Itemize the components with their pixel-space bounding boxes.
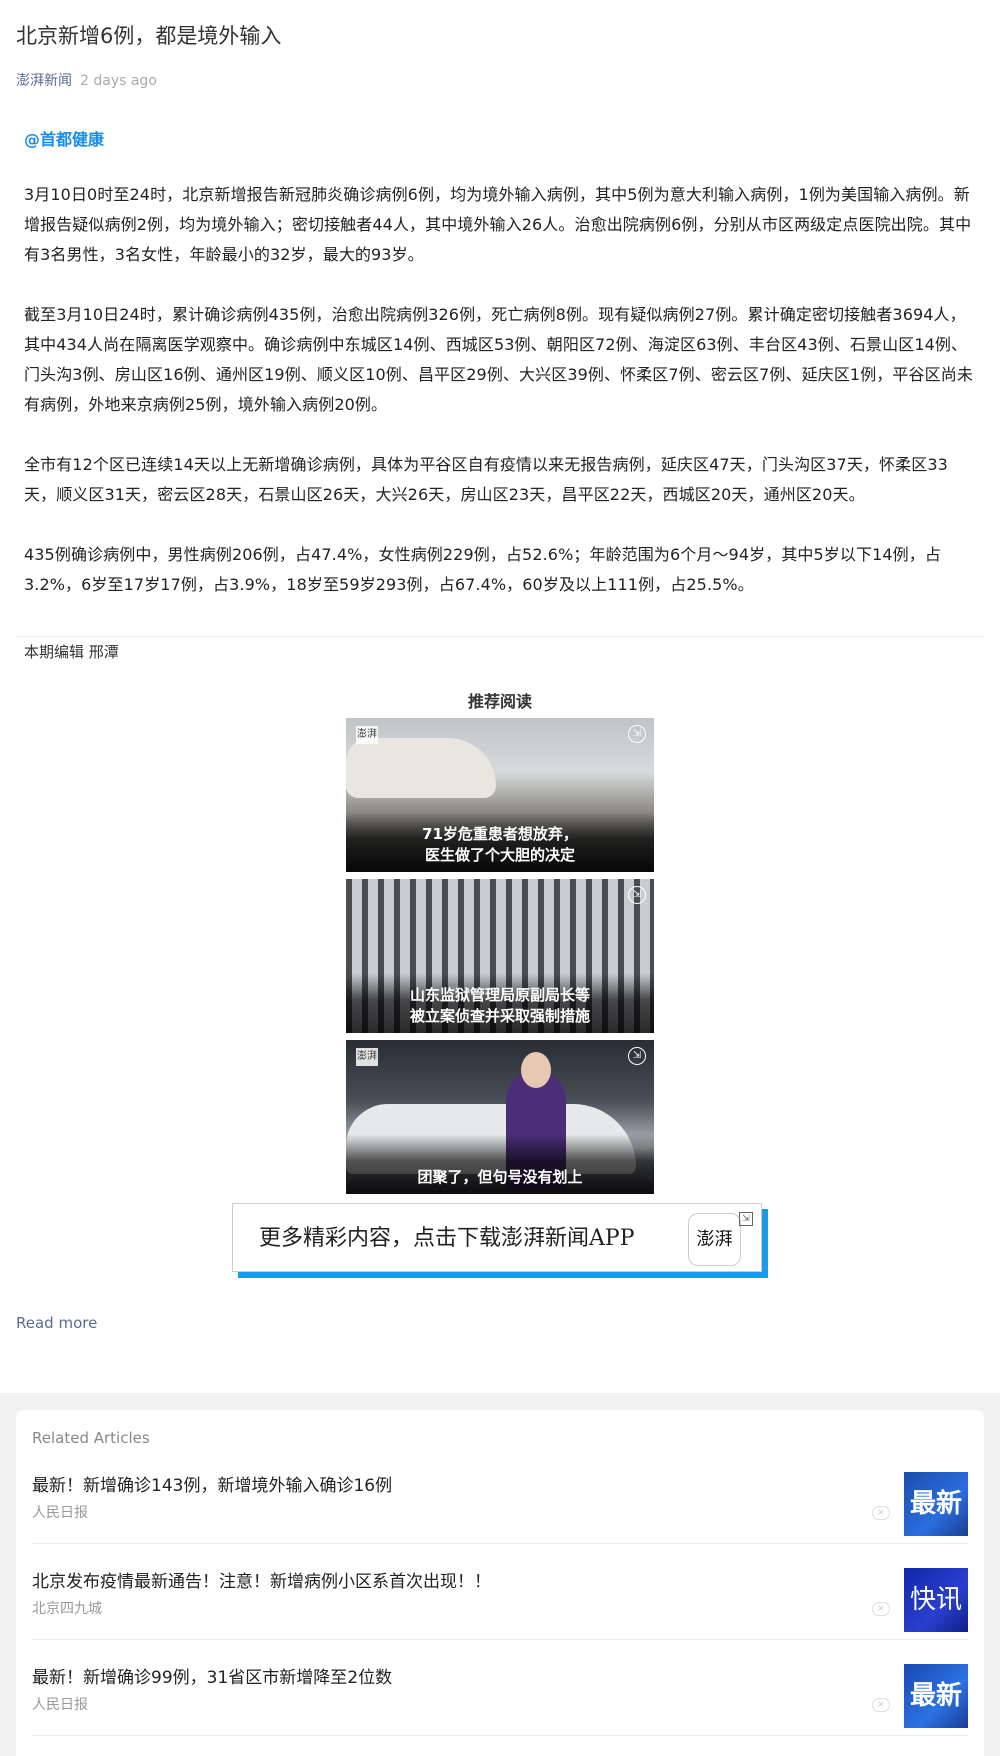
related-item[interactable]: 最新！新增确诊99例，31省区市新增降至2位数 人民日报 × 最新: [32, 1640, 968, 1736]
person-head-shape: [521, 1052, 551, 1088]
read-more-link[interactable]: Read more: [16, 1312, 984, 1334]
ad-badge-icon: ⇲: [628, 886, 646, 904]
recommend-card[interactable]: 澎湃 ⇲ 71岁危重患者想放弃， 医生做了个大胆的决定: [346, 718, 654, 872]
related-thumbnail[interactable]: 最新: [904, 1472, 968, 1536]
related-item[interactable]: 最新！新增确诊143例，新增境外输入确诊16例 人民日报 × 最新: [32, 1448, 968, 1544]
ad-badge-icon: ⇲: [628, 725, 646, 743]
hand-image-shape: [346, 738, 496, 798]
caption-line: 团聚了，但句号没有划上: [417, 1168, 583, 1186]
caption-line: 山东监狱管理局原副局长等: [409, 986, 590, 1004]
related-headline[interactable]: 北京发布疫情最新通告！注意！新增病例小区系首次出现！！: [32, 1570, 491, 1594]
article-body: @首都健康 3月10日0时至24时，北京新增报告新冠肺炎确诊病例6例，均为境外输…: [16, 128, 984, 600]
recommend-caption: 71岁危重患者想放弃， 医生做了个大胆的决定: [346, 824, 654, 866]
related-source: 人民日报: [32, 1505, 88, 1521]
thepaper-watermark-icon: 澎湃: [356, 726, 378, 744]
close-icon[interactable]: ×: [872, 1698, 890, 1712]
paragraph: 截至3月10日24时，累计确诊病例435例，治愈出院病例326例，死亡病例8例。…: [24, 305, 973, 414]
ad-badge-icon: ⇲: [628, 1047, 646, 1065]
recommend-card[interactable]: ⇲ 山东监狱管理局原副局长等 被立案侦查并采取强制措施: [346, 879, 654, 1033]
banner-text: 更多精彩内容，点击下载澎湃新闻APP: [259, 1226, 635, 1251]
thepaper-app-logo-icon: 澎湃: [688, 1213, 741, 1266]
article-time: 2 days ago: [80, 73, 157, 89]
close-icon[interactable]: ×: [872, 1506, 890, 1520]
related-headline[interactable]: 最新！新增确诊99例，31省区市新增降至2位数: [32, 1666, 392, 1690]
article-meta: 澎湃新闻 2 days ago: [16, 70, 984, 90]
related-thumbnail[interactable]: 最新: [904, 1664, 968, 1728]
related-section: Related Articles 最新！新增确诊143例，新增境外输入确诊16例…: [0, 1393, 1000, 1756]
caption-line: 71岁危重患者想放弃，: [422, 825, 578, 843]
related-item[interactable]: 北京发布疫情最新通告！注意！新增病例小区系首次出现！！ 北京四九城 × 快讯: [32, 1544, 968, 1640]
article-title: 北京新增6例，都是境外输入: [16, 24, 282, 48]
close-icon[interactable]: ×: [872, 1602, 890, 1616]
recommend-list: 澎湃 ⇲ 71岁危重患者想放弃， 医生做了个大胆的决定 ⇲ 山东监狱管理局原副局…: [16, 718, 984, 1201]
related-title: Related Articles: [32, 1429, 150, 1447]
mention-link[interactable]: @首都健康: [24, 128, 976, 152]
related-source: 北京四九城: [32, 1601, 102, 1617]
recommend-caption: 山东监狱管理局原副局长等 被立案侦查并采取强制措施: [346, 985, 654, 1027]
ad-badge-icon: ⇲: [739, 1212, 753, 1226]
editor-credit: 本期编辑 邢潭: [24, 643, 119, 661]
caption-line: 医生做了个大胆的决定: [424, 846, 575, 864]
related-source: 人民日报: [32, 1697, 88, 1713]
article: 北京新增6例，都是境外输入 澎湃新闻 2 days ago @首都健康 3月10日…: [0, 0, 1000, 1334]
paragraph: 全市有12个区已连续14天以上无新增确诊病例，具体为平谷区自有疫情以来无报告病例…: [24, 455, 948, 504]
recommend-card[interactable]: 澎湃 ⇲ 团聚了，但句号没有划上: [346, 1040, 654, 1194]
recommend-caption: 团聚了，但句号没有划上: [346, 1167, 654, 1188]
download-app-banner[interactable]: 更多精彩内容，点击下载澎湃新闻APP 澎湃 ⇲: [232, 1203, 768, 1278]
paragraph: 3月10日0时至24时，北京新增报告新冠肺炎确诊病例6例，均为境外输入病例，其中…: [24, 185, 972, 264]
thepaper-watermark-icon: 澎湃: [356, 1048, 378, 1066]
banner-face: 更多精彩内容，点击下载澎湃新闻APP 澎湃 ⇲: [232, 1203, 762, 1272]
related-headline[interactable]: 最新！新增确诊143例，新增境外输入确诊16例: [32, 1474, 392, 1498]
related-card: Related Articles 最新！新增确诊143例，新增境外输入确诊16例…: [16, 1410, 984, 1756]
paragraph: 435例确诊病例中，男性病例206例，占47.4%，女性病例229例，占52.6…: [24, 545, 941, 594]
caption-line: 被立案侦查并采取强制措施: [409, 1007, 590, 1025]
article-source[interactable]: 澎湃新闻: [16, 73, 72, 89]
recommend-title: 推荐阅读: [467, 692, 532, 711]
app-banner-wrap: 更多精彩内容，点击下载澎湃新闻APP 澎湃 ⇲: [16, 1203, 984, 1278]
related-thumbnail[interactable]: 快讯: [904, 1568, 968, 1632]
